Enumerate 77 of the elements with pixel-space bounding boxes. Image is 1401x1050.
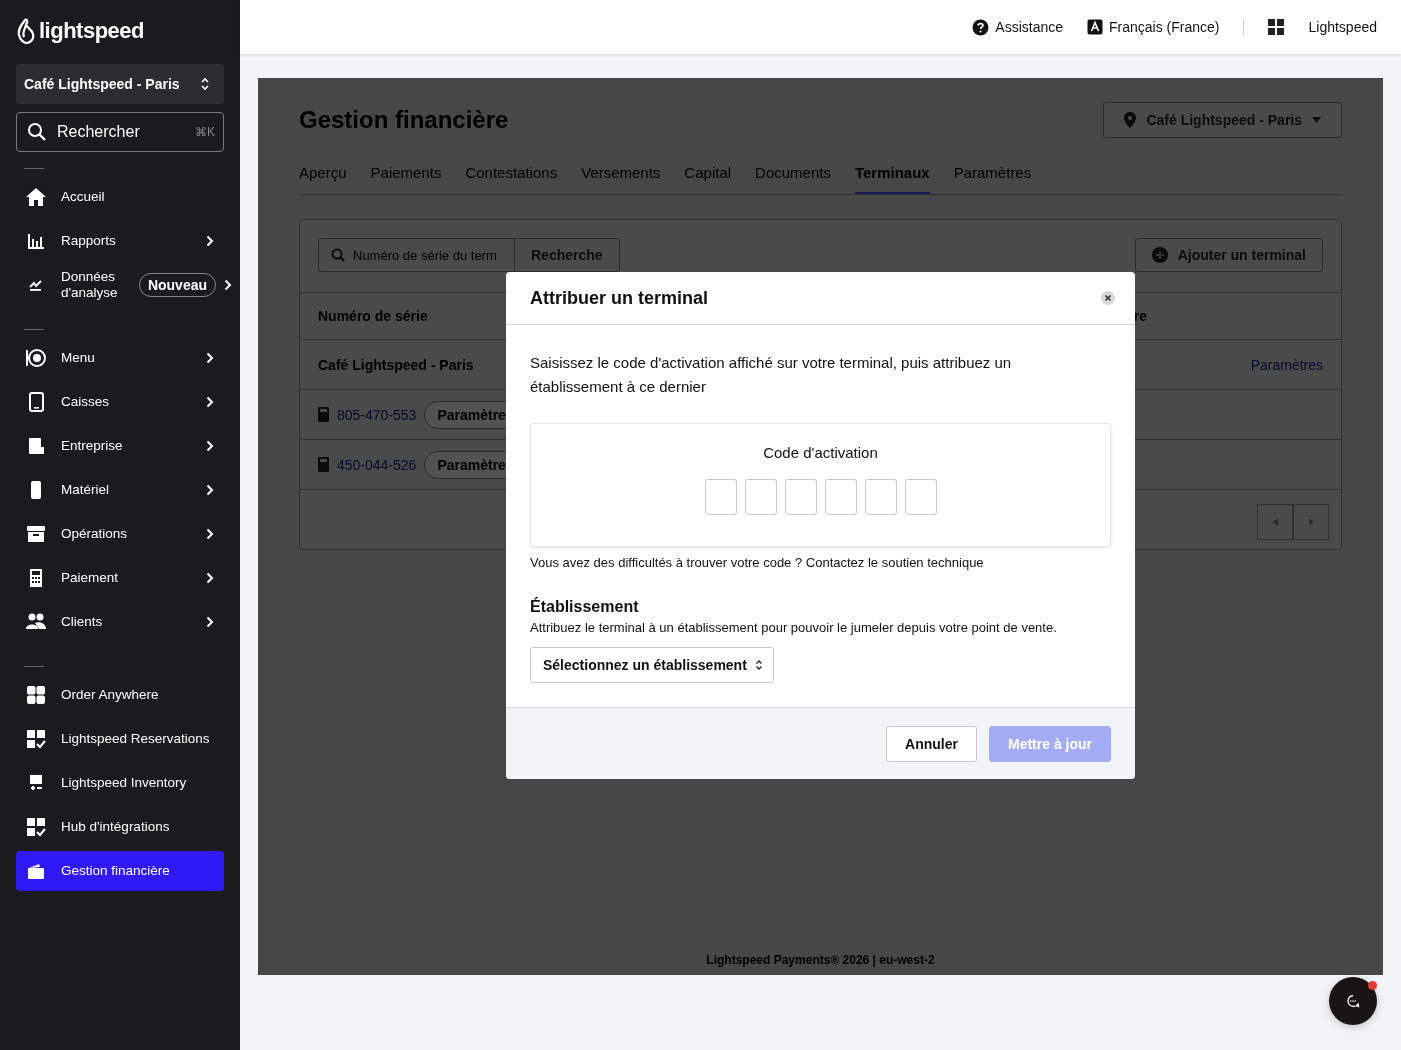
search-field[interactable]: Rechercher ⌘K <box>16 112 224 152</box>
nav-item[interactable]: Paiement <box>16 558 224 598</box>
gridcheck-icon <box>25 816 47 838</box>
dialog-description: Saisissez le code d'activation affiché sur votre terminal, puis attribuez un établissement à ce dernier <box>530 353 1013 397</box>
help-link[interactable]: Assistance <box>972 18 1063 36</box>
flame-logo-icon <box>16 18 36 44</box>
search-placeholder: Rechercher <box>57 123 141 141</box>
nav-item[interactable]: Entreprise <box>16 426 224 466</box>
chevron-right-icon <box>206 616 214 628</box>
nav-item[interactable]: Caisses <box>16 382 224 422</box>
language-selector[interactable]: Français (France) <box>1087 19 1220 35</box>
nav-item[interactable]: Accueil <box>16 177 224 217</box>
next-page-button[interactable] <box>1293 504 1329 540</box>
chat-button[interactable] <box>1329 977 1377 1025</box>
translate-icon <box>1087 19 1103 35</box>
column-header: Numéro de série <box>318 308 428 324</box>
establishment-select[interactable]: Sélectionnez un établissement <box>530 647 774 683</box>
menu-icon <box>25 347 47 369</box>
shortcut-hint: ⌘K <box>195 125 215 139</box>
code-digit-field[interactable] <box>744 479 777 515</box>
nav-item[interactable]: Gestion financière <box>16 851 224 891</box>
chevron-right-icon <box>206 396 214 408</box>
previous-page-button[interactable] <box>1257 504 1293 540</box>
code-digit-field[interactable] <box>824 479 857 515</box>
search-icon <box>27 122 47 142</box>
chevron-right-icon <box>206 484 214 496</box>
section-title: Établissement <box>530 598 640 616</box>
archive-icon <box>25 523 47 545</box>
caret-right-icon <box>1308 518 1314 526</box>
apps-grid-icon[interactable] <box>1268 19 1285 35</box>
chevron-right-icon <box>206 572 214 584</box>
chevron-right-icon <box>224 279 232 291</box>
code-label: Code d'activation <box>763 444 878 461</box>
caret-left-icon <box>1272 518 1278 526</box>
logo: lightspeed <box>39 18 144 44</box>
nav-item[interactable]: Menu <box>16 338 224 378</box>
group-name: Café Lightspeed - Paris <box>318 356 474 373</box>
chevron-updown-icon <box>200 76 210 92</box>
help-text: Vous avez des difficultés à trouver votre code ? Contactez le soutien technique <box>530 555 985 570</box>
plus-circle-icon <box>1151 247 1168 263</box>
tiles-icon <box>25 684 47 706</box>
help-icon <box>972 18 990 36</box>
close-icon[interactable] <box>1101 291 1115 305</box>
code-digit-field[interactable] <box>904 479 937 515</box>
nav-item[interactable]: Lightspeed Inventory <box>16 763 224 803</box>
column-header: re <box>1133 308 1147 324</box>
code-digit-field[interactable] <box>864 479 897 515</box>
chevron-right-icon <box>206 440 214 452</box>
nav-item[interactable]: Opérations <box>16 514 224 554</box>
nav-item[interactable]: Order Anywhere <box>16 675 224 715</box>
dialog-title: Attribuer un terminal <box>530 287 708 309</box>
nav-item[interactable]: Hub d'intégrations <box>16 807 224 847</box>
gridcheck-icon <box>25 728 47 750</box>
chevron-right-icon <box>206 528 214 540</box>
page-title: Gestion financière <box>299 106 509 134</box>
account-menu[interactable]: Lightspeed <box>1308 19 1377 35</box>
footer-text: Lightspeed Payments® 2026 | eu-west-2 <box>705 953 936 969</box>
chevron-right-icon <box>206 235 214 247</box>
calculator-icon <box>318 457 329 472</box>
nav-item[interactable]: Clients <box>16 602 224 642</box>
code-digit-field[interactable] <box>784 479 817 515</box>
nav-item[interactable]: Données d'analyse Nouveau <box>16 265 240 305</box>
nav-item[interactable]: Lightspeed Reservations <box>16 719 224 759</box>
search-icon <box>331 248 345 262</box>
chat-bubble-icon <box>1346 994 1360 1008</box>
cancel-button[interactable]: Annuler <box>886 726 977 762</box>
section-hint: Attribuez le terminal à un établissement pour pouvoir le jumeler depuis votre point de vente. <box>530 620 1058 635</box>
chevron-right-icon <box>206 352 214 364</box>
code-digit-field[interactable] <box>704 479 737 515</box>
chevron-updown-icon <box>754 659 763 671</box>
map-pin-icon <box>1124 112 1137 128</box>
calculator-icon <box>318 407 329 422</box>
nav-item[interactable]: Matériel <box>16 470 224 510</box>
nav-item[interactable]: Rapports <box>16 221 224 261</box>
home-icon <box>25 186 47 208</box>
caret-down-icon <box>1312 117 1321 123</box>
location-select[interactable]: Café Lightspeed - Paris <box>16 64 224 104</box>
